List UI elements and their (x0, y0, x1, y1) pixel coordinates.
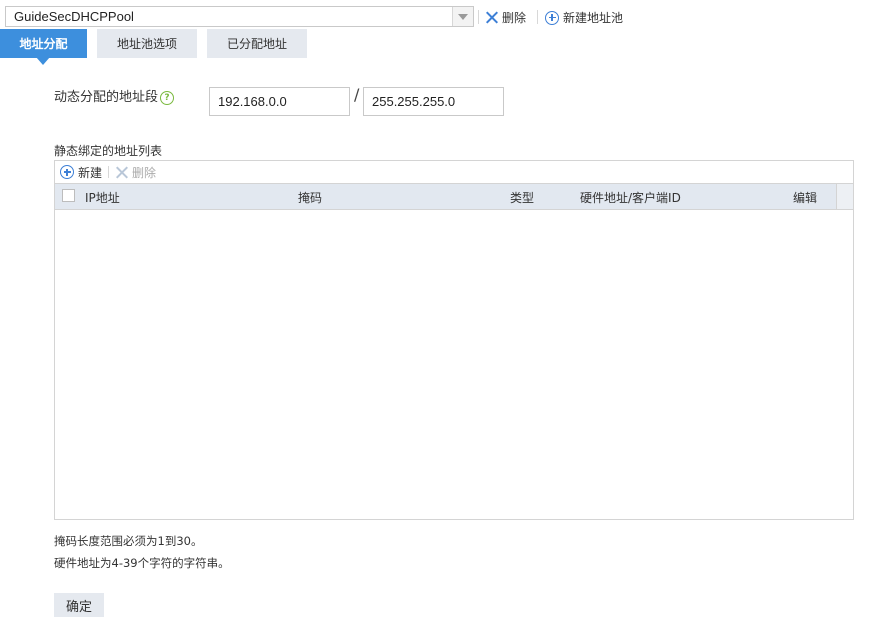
network-address-input[interactable] (209, 87, 350, 116)
dynamic-range-label-group: 动态分配的地址段? (54, 86, 175, 105)
new-pool-label: 新建地址池 (563, 11, 624, 25)
toolbar-divider (537, 10, 538, 24)
add-circle-icon (60, 165, 74, 179)
chevron-down-icon[interactable] (452, 7, 473, 26)
delete-binding-button[interactable]: 删除 (115, 164, 156, 181)
toolbar-divider (478, 10, 479, 24)
range-separator: / (354, 85, 360, 104)
toolbar-divider (108, 166, 110, 178)
static-binding-grid: 新建 删除 IP地址 掩码 类型 硬件地址/客户端ID 编辑 (54, 160, 854, 520)
tab-label: 地址池选项 (116, 37, 177, 51)
pool-select[interactable]: GuideSecDHCPPool (5, 6, 474, 27)
delete-pool-label: 删除 (502, 11, 527, 25)
add-binding-button[interactable]: 新建 (60, 164, 102, 181)
static-list-title: 静态绑定的地址列表 (54, 144, 163, 158)
close-icon (115, 166, 128, 179)
pool-select-value: GuideSecDHCPPool (14, 9, 134, 24)
subnet-mask-input[interactable] (363, 87, 504, 116)
delete-pool-button[interactable]: 删除 (485, 9, 526, 26)
select-all-checkbox[interactable] (62, 189, 75, 202)
column-header-type[interactable]: 类型 (510, 189, 534, 206)
delete-binding-label: 删除 (132, 165, 157, 180)
column-header-ip[interactable]: IP地址 (85, 189, 120, 206)
tab-address-allocation[interactable]: 地址分配 (0, 29, 87, 58)
hardware-address-note: 硬件地址为4-39个字符的字符串。 (54, 556, 230, 570)
mask-length-note: 掩码长度范围必须为1到30。 (54, 534, 203, 548)
column-header-mask[interactable]: 掩码 (298, 189, 322, 206)
dynamic-range-label: 动态分配的地址段 (54, 90, 159, 105)
tab-pool-options[interactable]: 地址池选项 (97, 29, 197, 58)
scrollbar-corner (836, 184, 853, 209)
add-binding-label: 新建 (78, 165, 103, 180)
grid-toolbar: 新建 删除 (55, 161, 853, 183)
add-circle-icon (545, 10, 559, 25)
tab-label: 地址分配 (19, 37, 68, 51)
tab-assigned-addresses[interactable]: 已分配地址 (207, 29, 307, 58)
confirm-button[interactable]: 确定 (54, 593, 104, 617)
active-tab-indicator (36, 57, 50, 65)
column-header-edit[interactable]: 编辑 (793, 189, 817, 206)
close-icon (485, 11, 498, 24)
new-pool-button[interactable]: 新建地址池 (545, 9, 623, 26)
column-header-hardware-address[interactable]: 硬件地址/客户端ID (580, 189, 681, 206)
help-icon[interactable]: ? (160, 91, 175, 105)
tab-label: 已分配地址 (226, 37, 287, 51)
grid-header: IP地址 掩码 类型 硬件地址/客户端ID 编辑 (55, 183, 853, 210)
